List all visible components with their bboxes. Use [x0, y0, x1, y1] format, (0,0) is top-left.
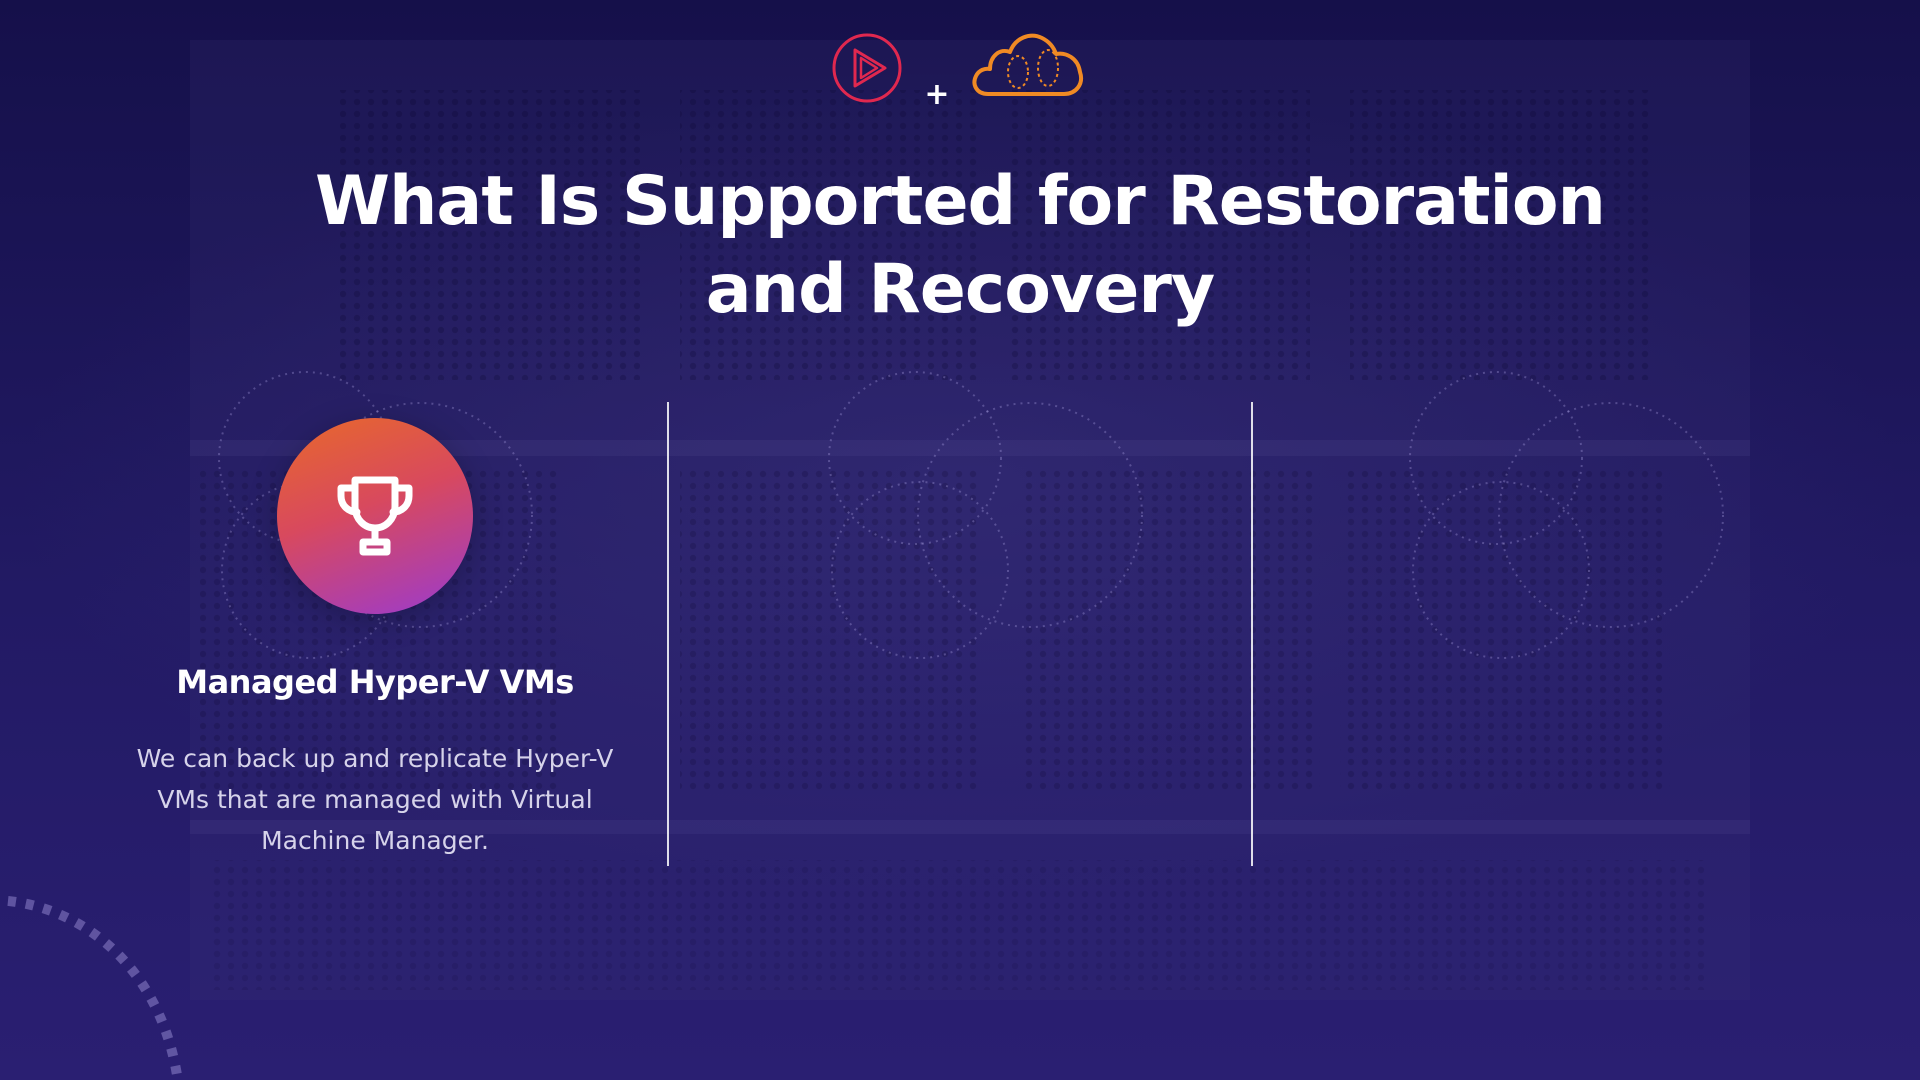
header-logos: +	[0, 28, 1920, 110]
card-title: Managed Hyper-V VMs	[176, 663, 574, 701]
page-title: What Is Supported for Restoration and Re…	[260, 158, 1660, 334]
card-icon-badge	[277, 418, 473, 614]
trophy-icon	[337, 476, 413, 556]
cloud-logo-icon	[972, 33, 1083, 96]
slide: + What Is Supported for Restoration and …	[0, 0, 1920, 1080]
column-divider-1	[667, 402, 669, 866]
title-line-2: and Recovery	[705, 250, 1215, 329]
plus-icon: +	[924, 77, 950, 112]
card-description: We can back up and replicate Hyper-V VMs…	[136, 744, 614, 855]
title-line-1: What Is Supported for Restoration	[315, 162, 1606, 241]
column-divider-2	[1251, 402, 1253, 866]
play-logo-icon	[832, 33, 902, 103]
dashed-arc-decoration	[0, 895, 183, 1080]
